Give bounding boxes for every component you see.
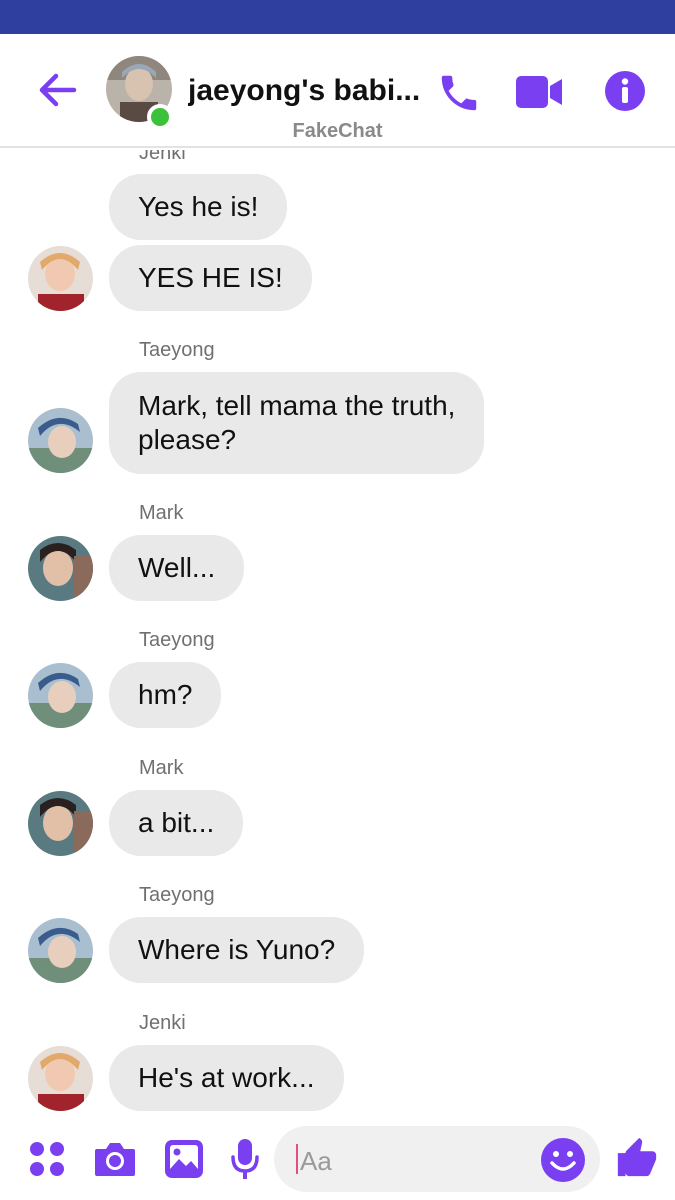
- message-bubble[interactable]: Where is Yuno?: [109, 917, 365, 983]
- message-bubble[interactable]: Well...: [109, 535, 245, 601]
- conversation-title[interactable]: jaeyong's babi...: [188, 74, 426, 108]
- avatar-jenki[interactable]: [28, 1046, 93, 1111]
- avatar-taeyong[interactable]: [28, 663, 93, 728]
- apps-menu-icon: [30, 1142, 64, 1176]
- message-bubble[interactable]: YES HE IS!: [109, 245, 312, 311]
- sender-name: Taeyong: [139, 884, 215, 906]
- back-button[interactable]: [34, 70, 82, 110]
- sender-name: Mark: [139, 502, 184, 524]
- voice-message-button[interactable]: [230, 1138, 260, 1185]
- call-button[interactable]: [436, 70, 482, 121]
- gallery-icon: [165, 1140, 203, 1178]
- text-cursor: [296, 1144, 298, 1174]
- apps-menu-button[interactable]: [28, 1140, 66, 1183]
- sender-name: Taeyong: [139, 339, 215, 361]
- camera-icon: [95, 1143, 135, 1176]
- message-bubble[interactable]: a bit...: [109, 790, 244, 856]
- emoji-button[interactable]: [540, 1137, 586, 1188]
- message-bubble[interactable]: Yes he is!: [109, 174, 288, 240]
- info-icon: [605, 71, 645, 111]
- like-button[interactable]: [614, 1134, 660, 1185]
- message-bubble[interactable]: He's at work...: [109, 1045, 344, 1111]
- message-input-placeholder: Aa: [300, 1146, 332, 1176]
- message-input[interactable]: Aa: [274, 1126, 600, 1192]
- sender-name: Mark: [139, 757, 184, 779]
- sender-name: Taeyong: [139, 629, 215, 651]
- info-button[interactable]: [604, 70, 646, 117]
- emoji-icon: [541, 1138, 585, 1182]
- message-bubble[interactable]: Mark, tell mama the truth, please?: [109, 372, 485, 474]
- avatar-taeyong[interactable]: [28, 408, 93, 473]
- thumbs-up-icon: [617, 1137, 657, 1177]
- app-watermark: FakeChat: [292, 120, 383, 142]
- message-list[interactable]: Jenki Yes he is! YES HE IS! Taeyong Mark…: [0, 150, 675, 1120]
- camera-button[interactable]: [93, 1140, 137, 1183]
- avatar-jenki[interactable]: [28, 246, 93, 311]
- video-call-button[interactable]: [514, 72, 564, 117]
- gallery-button[interactable]: [164, 1139, 204, 1184]
- phone-icon: [441, 75, 477, 111]
- avatar-mark[interactable]: [28, 536, 93, 601]
- arrow-left-icon: [39, 73, 77, 107]
- chat-header: jaeyong's babi... FakeChat: [0, 34, 675, 148]
- sender-name: Jenki: [139, 1012, 186, 1034]
- avatar-mark[interactable]: [28, 791, 93, 856]
- avatar-taeyong[interactable]: [28, 918, 93, 983]
- sender-name: Jenki: [139, 150, 186, 164]
- status-bar: [0, 0, 675, 34]
- microphone-icon: [231, 1139, 259, 1179]
- video-camera-icon: [516, 76, 562, 108]
- message-composer: Aa: [0, 1120, 675, 1200]
- message-bubble[interactable]: hm?: [109, 662, 222, 728]
